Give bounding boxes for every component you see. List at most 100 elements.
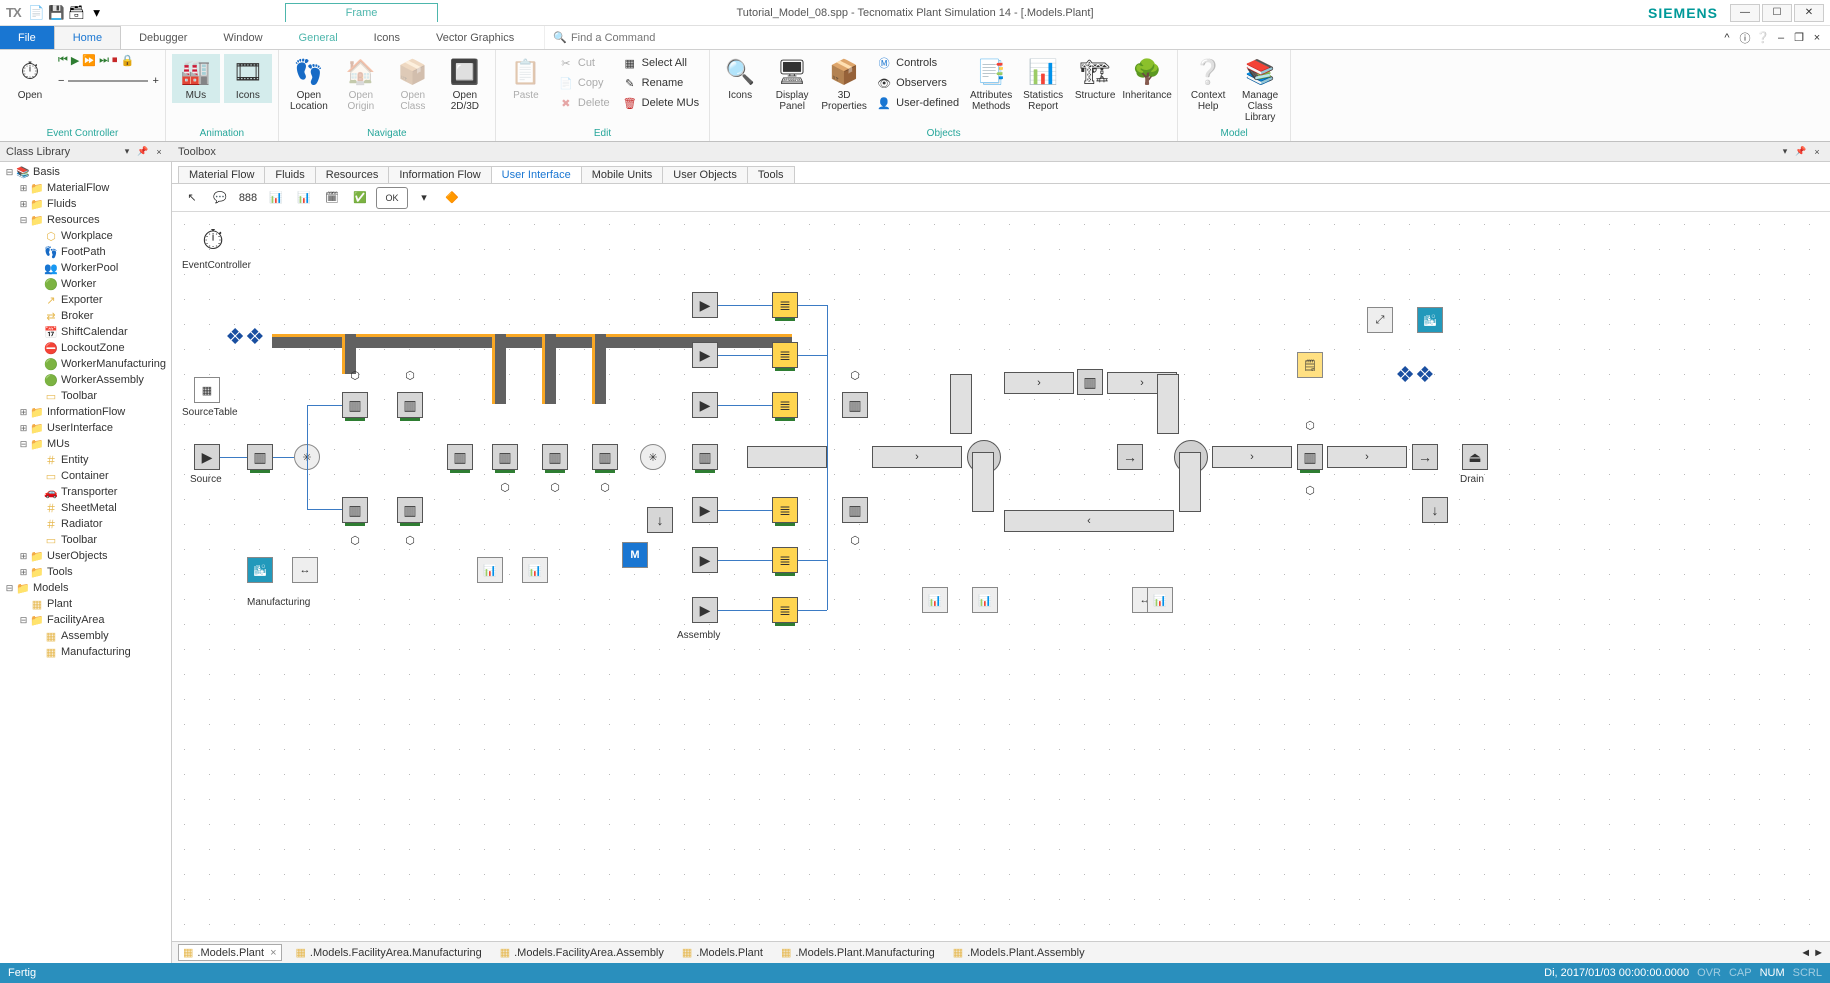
asm-m-2[interactable]: ≣ <box>772 342 798 368</box>
step-icon[interactable]: ⏭ <box>99 54 109 67</box>
machine-u2[interactable]: ▥ <box>397 392 423 418</box>
tree-item-broker[interactable]: ⇄Broker <box>0 308 171 324</box>
chart-icon-5[interactable]: 📊 <box>922 587 948 613</box>
workplace-u2[interactable]: ⬡ <box>397 362 423 388</box>
tree-item-fluids[interactable]: ⊞📁Fluids <box>0 196 171 212</box>
tree-item-resources[interactable]: ⊟📁Resources <box>0 212 171 228</box>
manage-classlib-button[interactable]: 📚Manage Class Library <box>1236 54 1284 125</box>
tree-expand-icon[interactable]: ⊟ <box>4 583 15 594</box>
statistics-button[interactable]: 📊Statistics Report <box>1019 54 1067 114</box>
reset-icon[interactable]: ⏮ <box>58 54 68 67</box>
asm-in-6[interactable]: ▶ <box>692 547 718 573</box>
tree-item-facilityarea[interactable]: ⊟📁FacilityArea <box>0 612 171 628</box>
asm-buf-a[interactable]: ▥ <box>842 392 868 418</box>
expand-icon[interactable]: ⤢ <box>1367 307 1393 333</box>
command-search-input[interactable] <box>571 32 711 44</box>
qat-new-button[interactable]: 📄 <box>29 5 45 21</box>
close-button[interactable]: ✕ <box>1794 4 1824 22</box>
tree-expand-icon[interactable]: ⊞ <box>18 423 29 434</box>
asm-in-5[interactable]: ▶ <box>692 497 718 523</box>
tab-vector-graphics[interactable]: Vector Graphics <box>418 26 532 49</box>
tree-item-basis[interactable]: ⊟📚Basis <box>0 164 171 180</box>
obj-icons-button[interactable]: 🔍Icons <box>716 54 764 103</box>
chart-icon-8[interactable]: 📊 <box>1147 587 1173 613</box>
class-tree[interactable]: ⊟📚Basis⊞📁MaterialFlow⊞📁Fluids⊟📁Resources… <box>0 162 171 963</box>
store-down[interactable]: ↓ <box>647 507 673 533</box>
workplace-l2[interactable]: ⬡ <box>397 527 423 553</box>
help-icon[interactable]: ❔ <box>1756 31 1770 45</box>
tree-item-sheetmetal[interactable]: ＃SheetMetal <box>0 500 171 516</box>
tree-item-toolbar[interactable]: ▭Toolbar <box>0 388 171 404</box>
asm-m-6[interactable]: ≣ <box>772 547 798 573</box>
tab-general[interactable]: General <box>281 26 356 49</box>
machine-m4[interactable]: ▥ <box>592 444 618 470</box>
source-node[interactable]: ▶ <box>194 444 220 470</box>
machine-l1[interactable]: ▥ <box>342 497 368 523</box>
classlib-close-icon[interactable]: × <box>152 145 166 159</box>
open-ec-button[interactable]: ⏱ Open <box>6 54 54 103</box>
tree-expand-icon[interactable]: ⊞ <box>18 551 29 562</box>
tree-expand-icon[interactable]: ⊟ <box>18 439 29 450</box>
machine-1[interactable]: ▥ <box>247 444 273 470</box>
diagram-canvas[interactable]: ⏱ EventController ❖❖ ▦ SourceTable ▶ Sou… <box>172 212 1812 941</box>
sourcetable-node[interactable]: ▦ <box>194 377 220 403</box>
toolbox-tool-5[interactable]: 🗓 <box>320 187 344 209</box>
display-panel-button[interactable]: 🖥Display Panel <box>768 54 816 114</box>
open-location-button[interactable]: 👣Open Location <box>285 54 333 114</box>
collapse-ribbon-icon[interactable]: ^ <box>1720 31 1734 45</box>
asm-in-2[interactable]: ▶ <box>692 342 718 368</box>
proc-top[interactable]: ▥ <box>1077 369 1103 395</box>
doc-tab-5[interactable]: ▦.Models.Plant.Assembly <box>949 945 1089 960</box>
tree-item-workerpool[interactable]: 👥WorkerPool <box>0 260 171 276</box>
tab-file[interactable]: File <box>0 26 54 49</box>
tree-item-entity[interactable]: ＃Entity <box>0 452 171 468</box>
machine-r[interactable]: ▥ <box>1297 444 1323 470</box>
attributes-button[interactable]: 📑Attributes Methods <box>967 54 1015 114</box>
toolbox-tab-information-flow[interactable]: Information Flow <box>388 166 491 183</box>
tree-item-workerassembly[interactable]: 🟢WorkerAssembly <box>0 372 171 388</box>
classlib-menu-icon[interactable]: ▾ <box>120 145 134 159</box>
maximize-button[interactable]: ☐ <box>1762 4 1792 22</box>
workplace-r[interactable]: ⬡ <box>1297 412 1323 438</box>
inheritance-button[interactable]: 🌳Inheritance <box>1123 54 1171 103</box>
speed-slider[interactable]: − + <box>58 75 159 87</box>
conv-up1[interactable] <box>950 374 972 434</box>
workplace-asm-b[interactable]: ⬡ <box>842 527 868 553</box>
tab-home[interactable]: Home <box>54 26 121 49</box>
conv-r1[interactable]: › <box>872 446 962 468</box>
toolbox-tool-4[interactable]: 📊 <box>292 187 316 209</box>
tree-item-manufacturing[interactable]: ▦Manufacturing <box>0 644 171 660</box>
qat-save-button[interactable]: 💾 <box>49 5 65 21</box>
tree-expand-icon[interactable]: ⊞ <box>18 567 29 578</box>
tree-item-worker[interactable]: 🟢Worker <box>0 276 171 292</box>
tree-item-radiator[interactable]: ＃Radiator <box>0 516 171 532</box>
icons-toggle[interactable]: 🎞Icons <box>224 54 272 103</box>
asm-in-4[interactable]: ▥ <box>692 444 718 470</box>
workplace-m4[interactable]: ⬡ <box>592 474 618 500</box>
toolbox-tool-8[interactable]: ▾ <box>412 187 436 209</box>
context-help-button[interactable]: ❔Context Help <box>1184 54 1232 114</box>
doc-tab-0[interactable]: ▦.Models.Plant× <box>178 944 282 961</box>
note-icon[interactable]: 🗒 <box>1297 352 1323 378</box>
doc-tab-4[interactable]: ▦.Models.Plant.Manufacturing <box>777 945 939 960</box>
transfer-node[interactable]: → <box>1117 444 1143 470</box>
chart-icon-4[interactable]: 📊 <box>522 557 548 583</box>
conv-up2[interactable] <box>1157 374 1179 434</box>
eventcontroller-node[interactable]: ⏱ <box>200 227 226 253</box>
tab-icons[interactable]: Icons <box>356 26 418 49</box>
tree-item-plant[interactable]: ▦Plant <box>0 596 171 612</box>
toolbox-tab-mobile-units[interactable]: Mobile Units <box>581 166 664 183</box>
chart-icon-1[interactable]: 🏙 <box>247 557 273 583</box>
asm-m-1[interactable]: ≣ <box>772 292 798 318</box>
machine-m1[interactable]: ▥ <box>447 444 473 470</box>
conv-r2[interactable]: › <box>1212 446 1292 468</box>
tree-item-materialflow[interactable]: ⊞📁MaterialFlow <box>0 180 171 196</box>
tree-expand-icon[interactable]: ⊟ <box>18 615 29 626</box>
toolbox-tab-resources[interactable]: Resources <box>315 166 390 183</box>
asm-in-3[interactable]: ▶ <box>692 392 718 418</box>
play-icon[interactable]: ▶ <box>71 54 79 67</box>
chart-icon-3[interactable]: 📊 <box>477 557 503 583</box>
toolbox-tool-6[interactable]: ✅ <box>348 187 372 209</box>
tree-item-shiftcalendar[interactable]: 📅ShiftCalendar <box>0 324 171 340</box>
tree-item-userobjects[interactable]: ⊞📁UserObjects <box>0 548 171 564</box>
